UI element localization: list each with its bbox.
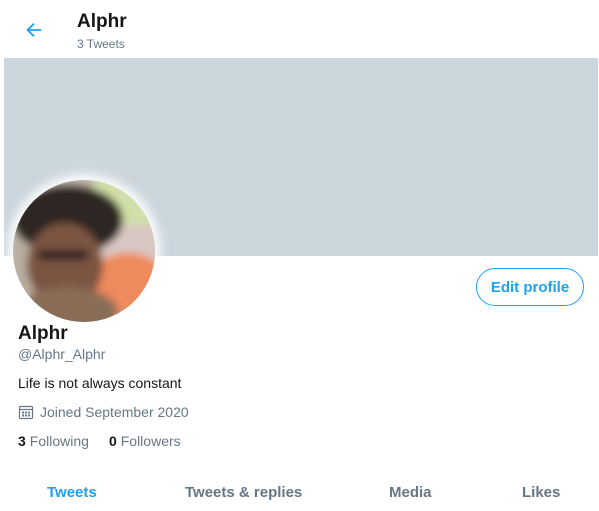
tab-media[interactable]: Media bbox=[389, 484, 432, 501]
tab-tweets-replies[interactable]: Tweets & replies bbox=[185, 484, 302, 501]
tab-likes[interactable]: Likes bbox=[522, 484, 560, 501]
tab-tweets[interactable]: Tweets bbox=[47, 484, 97, 501]
back-button[interactable] bbox=[18, 14, 50, 46]
calendar-icon bbox=[18, 404, 34, 420]
followers-count: 0 bbox=[108, 433, 117, 449]
following-count: 3 bbox=[18, 433, 26, 449]
profile-handle: @Alphr_Alphr bbox=[18, 346, 106, 362]
edit-profile-button[interactable]: Edit profile bbox=[476, 268, 584, 306]
followers-link[interactable]: 0 Followers bbox=[109, 433, 181, 449]
profile-bio: Life is not always constant bbox=[18, 375, 182, 391]
header-title: Alphr bbox=[77, 11, 127, 32]
followers-label: Followers bbox=[120, 433, 181, 449]
arrow-left-icon bbox=[26, 22, 42, 38]
following-label: Following bbox=[29, 433, 89, 449]
avatar[interactable] bbox=[13, 180, 155, 322]
follow-stats: 3 Following 0 Followers bbox=[18, 433, 201, 449]
avatar-photo bbox=[13, 180, 155, 322]
following-link[interactable]: 3 Following bbox=[18, 433, 89, 449]
profile-name: Alphr bbox=[18, 323, 68, 344]
joined-text: Joined September 2020 bbox=[40, 404, 189, 420]
tweet-count: 3 Tweets bbox=[77, 37, 125, 51]
joined-date: Joined September 2020 bbox=[18, 404, 189, 420]
profile-header: Alphr 3 Tweets bbox=[0, 0, 599, 58]
profile-tabs: Tweets Tweets & replies Media Likes bbox=[0, 470, 599, 511]
